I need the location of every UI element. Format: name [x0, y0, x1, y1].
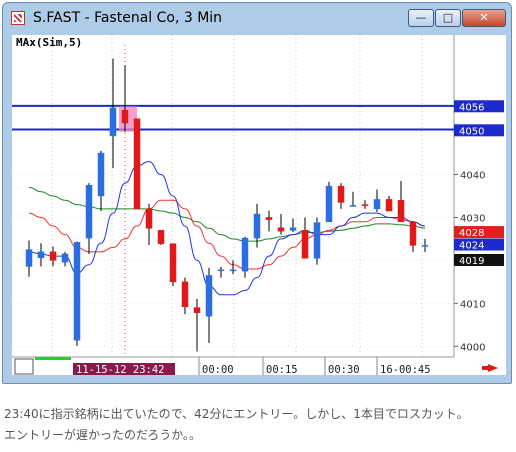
candle[interactable] — [313, 217, 321, 265]
blog-caption: 23:40に指示銘柄に出ていたので、42分にエントリー。しかし、1本目でロスカッ… — [4, 407, 469, 442]
title-bar[interactable]: S.FAST - Fastenal Co, 3 Min — □ ✕ — [3, 3, 511, 33]
time-tick-label: 00:15 — [266, 364, 298, 375]
candle-body — [265, 217, 273, 220]
candle-body — [289, 227, 297, 231]
candle-body — [169, 243, 177, 283]
chart-corner-box[interactable] — [14, 358, 34, 375]
candle[interactable] — [169, 243, 177, 287]
scroll-right-arrow-shaft — [482, 366, 489, 370]
indicator-label: MAx(Sim,5) — [16, 36, 82, 49]
candle-body — [133, 118, 141, 210]
candle-body — [85, 185, 93, 239]
minimize-button[interactable]: — — [408, 9, 434, 27]
candle-body — [37, 251, 45, 259]
candle-body — [409, 221, 417, 246]
candle[interactable] — [133, 118, 141, 210]
price-tag-label: 4028 — [459, 228, 484, 239]
candle-body — [337, 185, 345, 203]
candle-body — [421, 245, 429, 247]
time-scroll-green-bar — [35, 357, 71, 360]
candle-body — [325, 185, 333, 223]
close-button[interactable]: ✕ — [462, 9, 506, 27]
price-tag-label: 4050 — [459, 126, 484, 137]
time-tick-label: 00:00 — [202, 364, 234, 375]
candle-body — [73, 242, 81, 341]
candle[interactable] — [73, 241, 81, 346]
chart-app-icon — [11, 11, 25, 25]
time-tick-label: 00:30 — [328, 364, 360, 375]
candle-body — [253, 213, 261, 239]
price-chart[interactable]: MAx(Sim,5) 405040404030402040104000 4056… — [12, 35, 506, 375]
time-tick-label: 16-00:45 — [380, 364, 431, 375]
time-cursor-label: 11-15-12 23:42 — [76, 364, 165, 375]
candle-body — [121, 109, 129, 124]
candle-body — [229, 269, 237, 272]
price-tag-label: 4056 — [459, 102, 484, 113]
candle-body — [145, 208, 153, 229]
price-tag-label: 4024 — [459, 241, 484, 252]
candle-body — [301, 230, 309, 259]
candle-body — [217, 269, 225, 272]
candle-body — [277, 227, 285, 232]
price-tick-label: 4040 — [460, 171, 485, 182]
window-title: S.FAST - Fastenal Co, 3 Min — [33, 10, 223, 26]
candle-body — [373, 199, 381, 210]
candle-body — [61, 253, 69, 263]
price-tick-label: 4000 — [460, 342, 485, 353]
candle-body — [349, 205, 357, 207]
candle-body — [157, 230, 165, 244]
candle-body — [49, 251, 57, 261]
candle-body — [25, 249, 33, 267]
price-tick-label: 4030 — [460, 213, 485, 224]
candle-body — [385, 199, 393, 212]
maximize-button[interactable]: □ — [435, 9, 461, 27]
candle-body — [205, 275, 213, 317]
candle-body — [109, 107, 117, 137]
candle-body — [97, 152, 105, 197]
price-tag-label: 4019 — [459, 256, 484, 267]
candle-body — [241, 237, 249, 272]
candle[interactable] — [325, 181, 333, 223]
candle[interactable] — [157, 230, 165, 245]
candle-body — [361, 204, 369, 206]
candle-body — [313, 222, 321, 259]
candle-body — [193, 307, 201, 314]
price-tick-label: 4010 — [460, 299, 485, 310]
candle-body — [397, 200, 405, 223]
candle-body — [181, 281, 189, 308]
chart-window: S.FAST - Fastenal Co, 3 Min — □ ✕ MAx(Si… — [2, 2, 512, 384]
